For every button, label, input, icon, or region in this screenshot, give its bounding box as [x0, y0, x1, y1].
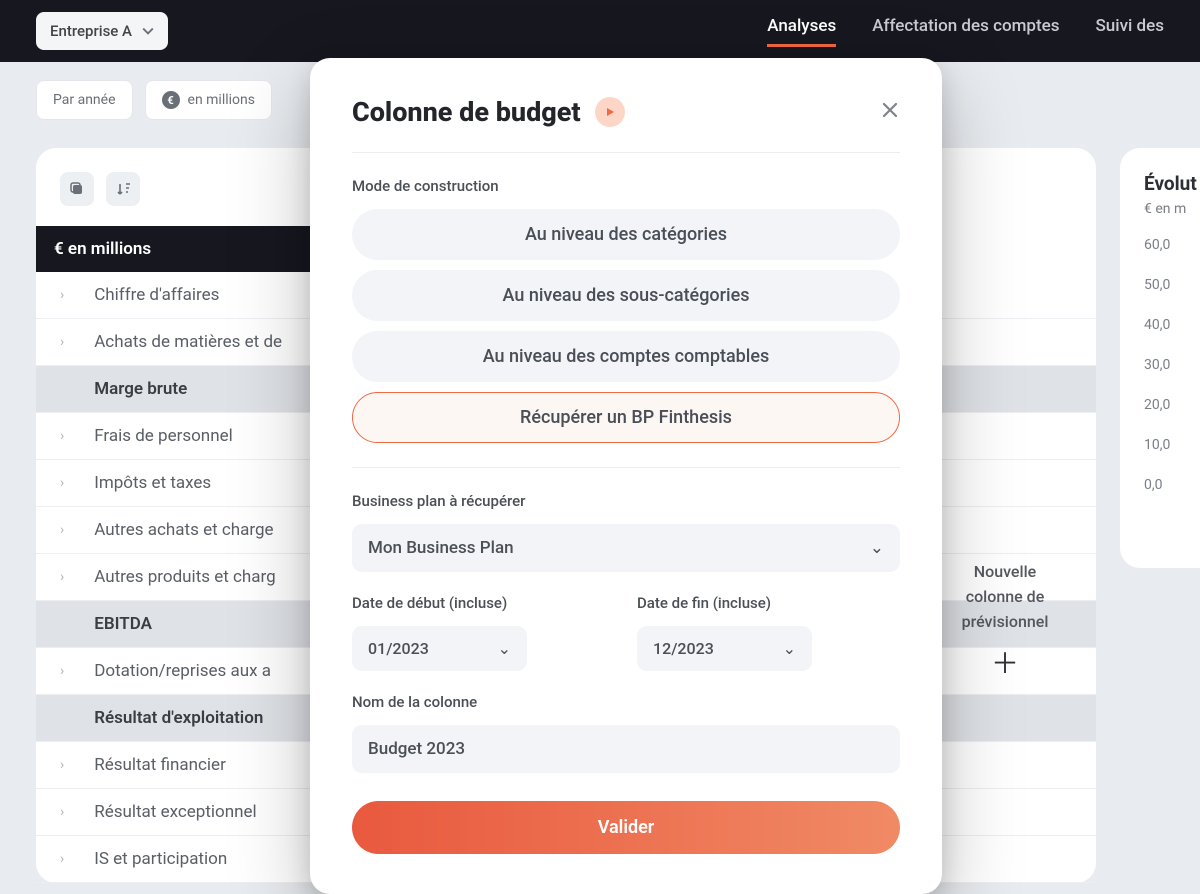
- divider: [352, 467, 900, 468]
- name-section: Nom de la colonne: [352, 693, 900, 773]
- end-date-label: Date de fin (incluse): [637, 594, 900, 612]
- divider: [352, 152, 900, 153]
- mode-label: Mode de construction: [352, 177, 900, 195]
- column-name-input-wrap: [352, 725, 900, 773]
- close-button[interactable]: [880, 100, 900, 124]
- end-date-select[interactable]: 12/2023 ⌄: [637, 626, 812, 671]
- validate-button[interactable]: Valider: [352, 801, 900, 854]
- start-date-select[interactable]: 01/2023 ⌄: [352, 626, 527, 671]
- column-name-input[interactable]: [368, 739, 884, 759]
- start-date-value: 01/2023: [368, 639, 429, 658]
- chevron-down-icon: ⌄: [498, 639, 511, 658]
- modal-header: Colonne de budget: [352, 96, 900, 128]
- option-subcategories[interactable]: Au niveau des sous-catégories: [352, 270, 900, 321]
- bp-select[interactable]: Mon Business Plan ⌄: [352, 524, 900, 572]
- option-accounts[interactable]: Au niveau des comptes comptables: [352, 331, 900, 382]
- bp-value: Mon Business Plan: [368, 538, 514, 558]
- play-tutorial-button[interactable]: [595, 97, 625, 127]
- mode-options: Au niveau des catégories Au niveau des s…: [352, 209, 900, 443]
- option-categories[interactable]: Au niveau des catégories: [352, 209, 900, 260]
- start-date-col: Date de début (incluse) 01/2023 ⌄: [352, 594, 615, 671]
- modal-title: Colonne de budget: [352, 96, 581, 128]
- bp-section: Business plan à récupérer Mon Business P…: [352, 492, 900, 572]
- end-date-value: 12/2023: [653, 639, 714, 658]
- play-icon: [605, 107, 615, 117]
- date-section: Date de début (incluse) 01/2023 ⌄ Date d…: [352, 594, 900, 671]
- end-date-col: Date de fin (incluse) 12/2023 ⌄: [637, 594, 900, 671]
- close-icon: [880, 100, 900, 120]
- bp-label: Business plan à récupérer: [352, 492, 900, 510]
- start-date-label: Date de début (incluse): [352, 594, 615, 612]
- chevron-down-icon: ⌄: [783, 639, 796, 658]
- column-name-label: Nom de la colonne: [352, 693, 900, 711]
- option-finthesis[interactable]: Récupérer un BP Finthesis: [352, 392, 900, 443]
- chevron-down-icon: ⌄: [870, 538, 884, 558]
- budget-column-modal: Colonne de budget Mode de construction A…: [310, 58, 942, 894]
- mode-section: Mode de construction Au niveau des catég…: [352, 177, 900, 443]
